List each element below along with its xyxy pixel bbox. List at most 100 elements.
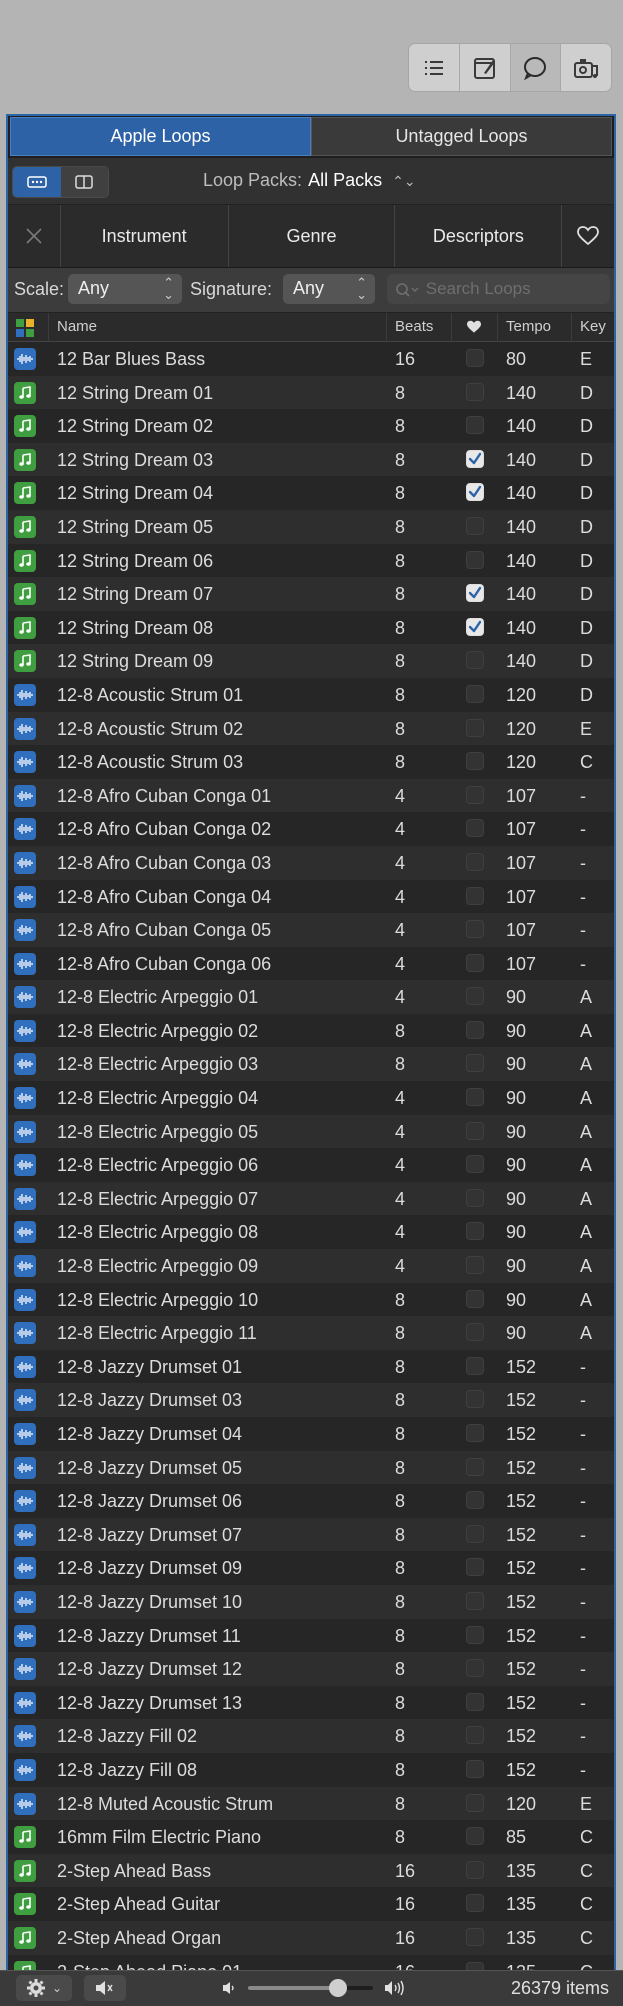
favorite-checkbox[interactable] xyxy=(466,584,484,603)
favorite-checkbox[interactable] xyxy=(466,1759,484,1778)
favorite-checkbox[interactable] xyxy=(466,1088,484,1107)
loop-row[interactable]: 12-8 Electric Arpeggio 09 4 90 A xyxy=(8,1249,614,1283)
favorite-checkbox[interactable] xyxy=(466,1491,484,1510)
loop-row[interactable]: 12 String Dream 05 8 140 D xyxy=(8,509,614,544)
favorite-checkbox[interactable] xyxy=(466,1457,484,1476)
favorite-checkbox[interactable] xyxy=(466,920,484,939)
favorite-checkbox[interactable] xyxy=(466,1323,484,1342)
tab-apple-loops[interactable]: Apple Loops xyxy=(10,117,311,156)
loop-row[interactable]: 12-8 Jazzy Drumset 01 8 152 - xyxy=(8,1349,614,1384)
loop-row[interactable]: 2-Step Ahead Guitar 16 135 C xyxy=(8,1887,614,1921)
genre-filter-button[interactable]: Genre xyxy=(229,205,396,267)
type-column-header[interactable] xyxy=(8,313,48,341)
loop-row[interactable]: 12-8 Jazzy Drumset 06 8 152 - xyxy=(8,1484,614,1518)
favorite-checkbox[interactable] xyxy=(466,1424,484,1442)
loop-row[interactable]: 12-8 Jazzy Drumset 12 8 152 - xyxy=(8,1652,614,1686)
loop-row[interactable]: 12-8 Electric Arpeggio 07 4 90 A xyxy=(8,1181,614,1216)
column-view-toggle[interactable] xyxy=(60,167,108,197)
loop-row[interactable]: 2-Step Ahead Bass 16 135 C xyxy=(8,1853,614,1888)
favorite-checkbox[interactable] xyxy=(466,1121,484,1140)
favorite-checkbox[interactable] xyxy=(466,1524,484,1543)
favorite-checkbox[interactable] xyxy=(466,953,484,972)
loop-row[interactable]: 12 String Dream 01 8 140 D xyxy=(8,375,614,410)
loop-row[interactable]: 12-8 Electric Arpeggio 01 4 90 A xyxy=(8,980,614,1014)
loop-row[interactable]: 12-8 Acoustic Strum 01 8 120 D xyxy=(8,677,614,712)
favorite-checkbox[interactable] xyxy=(466,516,484,535)
favorite-checkbox[interactable] xyxy=(466,1927,484,1946)
loop-row[interactable]: 12-8 Jazzy Drumset 11 8 152 - xyxy=(8,1618,614,1653)
loop-row[interactable]: 12-8 Electric Arpeggio 10 8 90 A xyxy=(8,1282,614,1317)
favorite-checkbox[interactable] xyxy=(466,785,484,804)
loop-row[interactable]: 12 String Dream 09 8 140 D xyxy=(8,644,614,678)
instrument-filter-button[interactable]: Instrument xyxy=(61,205,229,267)
loop-row[interactable]: 12-8 Jazzy Drumset 09 8 152 - xyxy=(8,1551,614,1585)
signature-select[interactable]: Any ⌃ ⌄ xyxy=(283,274,375,304)
loop-browser-button[interactable] xyxy=(510,44,562,91)
favorite-checkbox[interactable] xyxy=(466,886,484,905)
settings-menu-button[interactable]: ⌄ xyxy=(16,1975,72,2001)
favorite-checkbox[interactable] xyxy=(466,617,484,636)
favorite-checkbox[interactable] xyxy=(466,1591,484,1610)
loop-row[interactable]: 12 String Dream 07 8 140 D xyxy=(8,577,614,611)
loop-row[interactable]: 2-Step Ahead Organ 16 135 C xyxy=(8,1920,614,1955)
favorite-checkbox[interactable] xyxy=(466,752,484,771)
favorite-checkbox[interactable] xyxy=(466,1793,484,1812)
favorite-checkbox[interactable] xyxy=(466,651,484,670)
favorite-checkbox[interactable] xyxy=(466,382,484,401)
tempo-column-header[interactable]: Tempo xyxy=(497,313,571,341)
loop-row[interactable]: 12-8 Jazzy Fill 08 8 152 - xyxy=(8,1752,614,1787)
favorite-checkbox[interactable] xyxy=(466,1289,484,1308)
favorite-checkbox[interactable] xyxy=(466,1659,484,1678)
favorite-checkbox[interactable] xyxy=(466,718,484,737)
favorite-checkbox[interactable] xyxy=(466,1558,484,1577)
loop-row[interactable]: 12 String Dream 06 8 140 D xyxy=(8,543,614,578)
loop-row[interactable]: 12-8 Electric Arpeggio 11 8 90 A xyxy=(8,1316,614,1350)
favorite-checkbox[interactable] xyxy=(466,483,484,502)
favorite-checkbox[interactable] xyxy=(466,1827,484,1846)
beats-column-header[interactable]: Beats xyxy=(386,313,451,341)
volume-slider[interactable] xyxy=(248,1979,373,1997)
loop-row[interactable]: 12-8 Electric Arpeggio 05 4 90 A xyxy=(8,1114,614,1149)
favorite-checkbox[interactable] xyxy=(466,1020,484,1039)
favorite-checkbox[interactable] xyxy=(466,1222,484,1241)
loop-row[interactable]: 12-8 Afro Cuban Conga 03 4 107 - xyxy=(8,845,614,880)
loop-row[interactable]: 12-8 Jazzy Drumset 07 8 152 - xyxy=(8,1517,614,1552)
favorite-checkbox[interactable] xyxy=(466,416,484,435)
favorite-checkbox[interactable] xyxy=(466,1390,484,1409)
loop-row[interactable]: 12-8 Jazzy Fill 02 8 152 - xyxy=(8,1719,614,1753)
notepad-button[interactable] xyxy=(460,44,511,91)
loop-row[interactable]: 12-8 Jazzy Drumset 03 8 152 - xyxy=(8,1383,614,1417)
name-column-header[interactable]: Name xyxy=(48,313,386,341)
loop-row[interactable]: 12-8 Acoustic Strum 03 8 120 C xyxy=(8,745,614,779)
favorite-checkbox[interactable] xyxy=(466,1894,484,1913)
loop-row[interactable]: 12-8 Electric Arpeggio 08 4 90 A xyxy=(8,1215,614,1250)
loop-row[interactable]: 12 String Dream 04 8 140 D xyxy=(8,476,614,510)
loop-row[interactable]: 12 Bar Blues Bass 16 80 E xyxy=(8,342,614,376)
favorite-checkbox[interactable] xyxy=(466,1860,484,1879)
descriptors-filter-button[interactable]: Descriptors xyxy=(395,205,563,267)
reset-filter-button[interactable] xyxy=(8,205,61,267)
favorite-checkbox[interactable] xyxy=(466,1256,484,1275)
scale-select[interactable]: Any ⌃ ⌄ xyxy=(68,274,182,304)
list-editors-button[interactable] xyxy=(409,44,460,91)
loop-row[interactable]: 12-8 Jazzy Drumset 05 8 152 - xyxy=(8,1450,614,1485)
search-loops-field[interactable]: Search Loops xyxy=(387,274,610,304)
loop-row[interactable]: 12-8 Afro Cuban Conga 02 4 107 - xyxy=(8,812,614,846)
favorite-checkbox[interactable] xyxy=(466,1726,484,1745)
loop-row[interactable]: 12-8 Muted Acoustic Strum 8 120 E xyxy=(8,1786,614,1821)
loop-row[interactable]: 12-8 Electric Arpeggio 03 8 90 A xyxy=(8,1047,614,1082)
loop-row[interactable]: 12-8 Afro Cuban Conga 06 4 107 - xyxy=(8,946,614,981)
favorite-column-header[interactable] xyxy=(451,313,497,341)
loop-row[interactable]: 12-8 Acoustic Strum 02 8 120 E xyxy=(8,711,614,746)
volume-slider-knob[interactable] xyxy=(329,1979,347,1997)
media-browser-button[interactable] xyxy=(561,44,611,91)
favorite-checkbox[interactable] xyxy=(466,1692,484,1711)
favorite-checkbox[interactable] xyxy=(466,684,484,703)
preview-speaker-button[interactable] xyxy=(84,1975,126,2001)
loop-row[interactable]: 12-8 Jazzy Drumset 04 8 152 - xyxy=(8,1417,614,1451)
favorites-filter-button[interactable] xyxy=(562,205,614,267)
loop-row[interactable]: 12-8 Afro Cuban Conga 05 4 107 - xyxy=(8,913,614,947)
favorite-checkbox[interactable] xyxy=(466,1155,484,1174)
key-column-header[interactable]: Key xyxy=(571,313,614,341)
favorite-checkbox[interactable] xyxy=(466,1356,484,1375)
